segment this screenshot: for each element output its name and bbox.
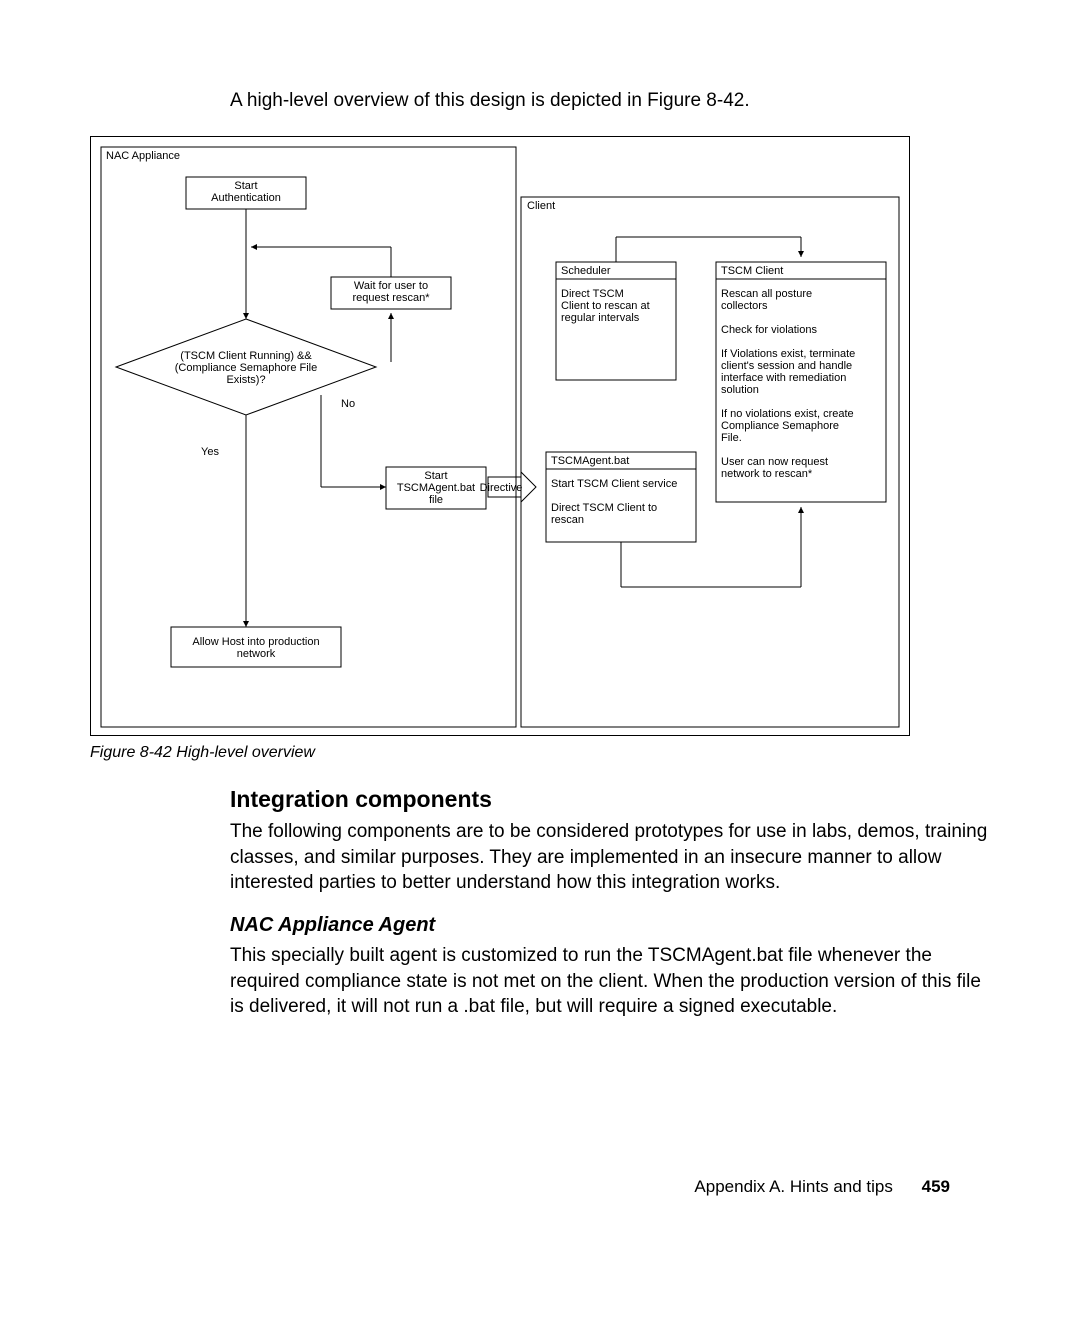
page-footer: Appendix A. Hints and tips 459 (694, 1177, 950, 1197)
subhead-nac-agent: NAC Appliance Agent (230, 914, 990, 937)
tc-t1: Rescan all posture (721, 288, 812, 300)
figure-caption: Figure 8-42 High-level overview (90, 744, 990, 762)
tc-t11: User can now request (721, 456, 828, 468)
tscmagent-title: TSCMAgent.bat (551, 455, 629, 467)
section-body-integration: The following components are to be consi… (230, 819, 990, 896)
sched-t1: Direct TSCM (561, 288, 624, 300)
start-auth-text2: Authentication (211, 192, 281, 204)
lead-paragraph: A high-level overview of this design is … (230, 90, 990, 112)
client-label: Client (527, 200, 555, 212)
no-label: No (341, 398, 355, 410)
start-bat-t3: file (429, 494, 443, 506)
tc-t4: If Violations exist, terminate (721, 348, 855, 360)
section-title-integration: Integration components (230, 786, 990, 813)
decision-text1: (TSCM Client Running) && (180, 350, 312, 362)
yes-label: Yes (201, 446, 219, 458)
tc-t7: solution (721, 384, 759, 396)
tc-t2: collectors (721, 300, 768, 312)
tc-t3: Check for violations (721, 324, 817, 336)
subhead-body-nac-agent: This specially built agent is customized… (230, 943, 990, 1020)
tc-t9: Compliance Semaphore (721, 420, 839, 432)
tscmagent-t3: rescan (551, 514, 584, 526)
nac-appliance-label: NAC Appliance (106, 150, 180, 162)
tc-t6: interface with remediation (721, 372, 846, 384)
figure-8-42: NAC Appliance Client Start Authenticatio… (90, 136, 910, 736)
footer-appendix-text: Appendix A. Hints and tips (694, 1177, 892, 1196)
tscmagent-t2: Direct TSCM Client to (551, 502, 657, 514)
decision-text2: (Compliance Semaphore File (175, 362, 317, 374)
decision-text3: Exists)? (226, 374, 265, 386)
tc-t12: network to rescan* (721, 468, 813, 480)
wait-text1: Wait for user to (354, 280, 428, 292)
allow-t2: network (237, 648, 276, 660)
allow-t1: Allow Host into production (192, 636, 319, 648)
start-bat-t1: Start (424, 470, 447, 482)
document-page: A high-level overview of this design is … (0, 0, 1080, 1317)
tscmclient-title: TSCM Client (721, 265, 783, 277)
tc-t10: File. (721, 432, 742, 444)
sched-t3: regular intervals (561, 312, 640, 324)
sched-t2: Client to rescan at (561, 300, 650, 312)
directive-label: Directive (480, 482, 523, 494)
start-auth-text1: Start (234, 180, 257, 192)
tc-t5: client's session and handle (721, 360, 852, 372)
wait-text2: request rescan* (352, 292, 430, 304)
tc-t8: If no violations exist, create (721, 408, 854, 420)
sched-title: Scheduler (561, 265, 611, 277)
page-number: 459 (922, 1177, 950, 1196)
tscmagent-t1: Start TSCM Client service (551, 478, 677, 490)
start-bat-t2: TSCMAgent.bat (397, 482, 475, 494)
